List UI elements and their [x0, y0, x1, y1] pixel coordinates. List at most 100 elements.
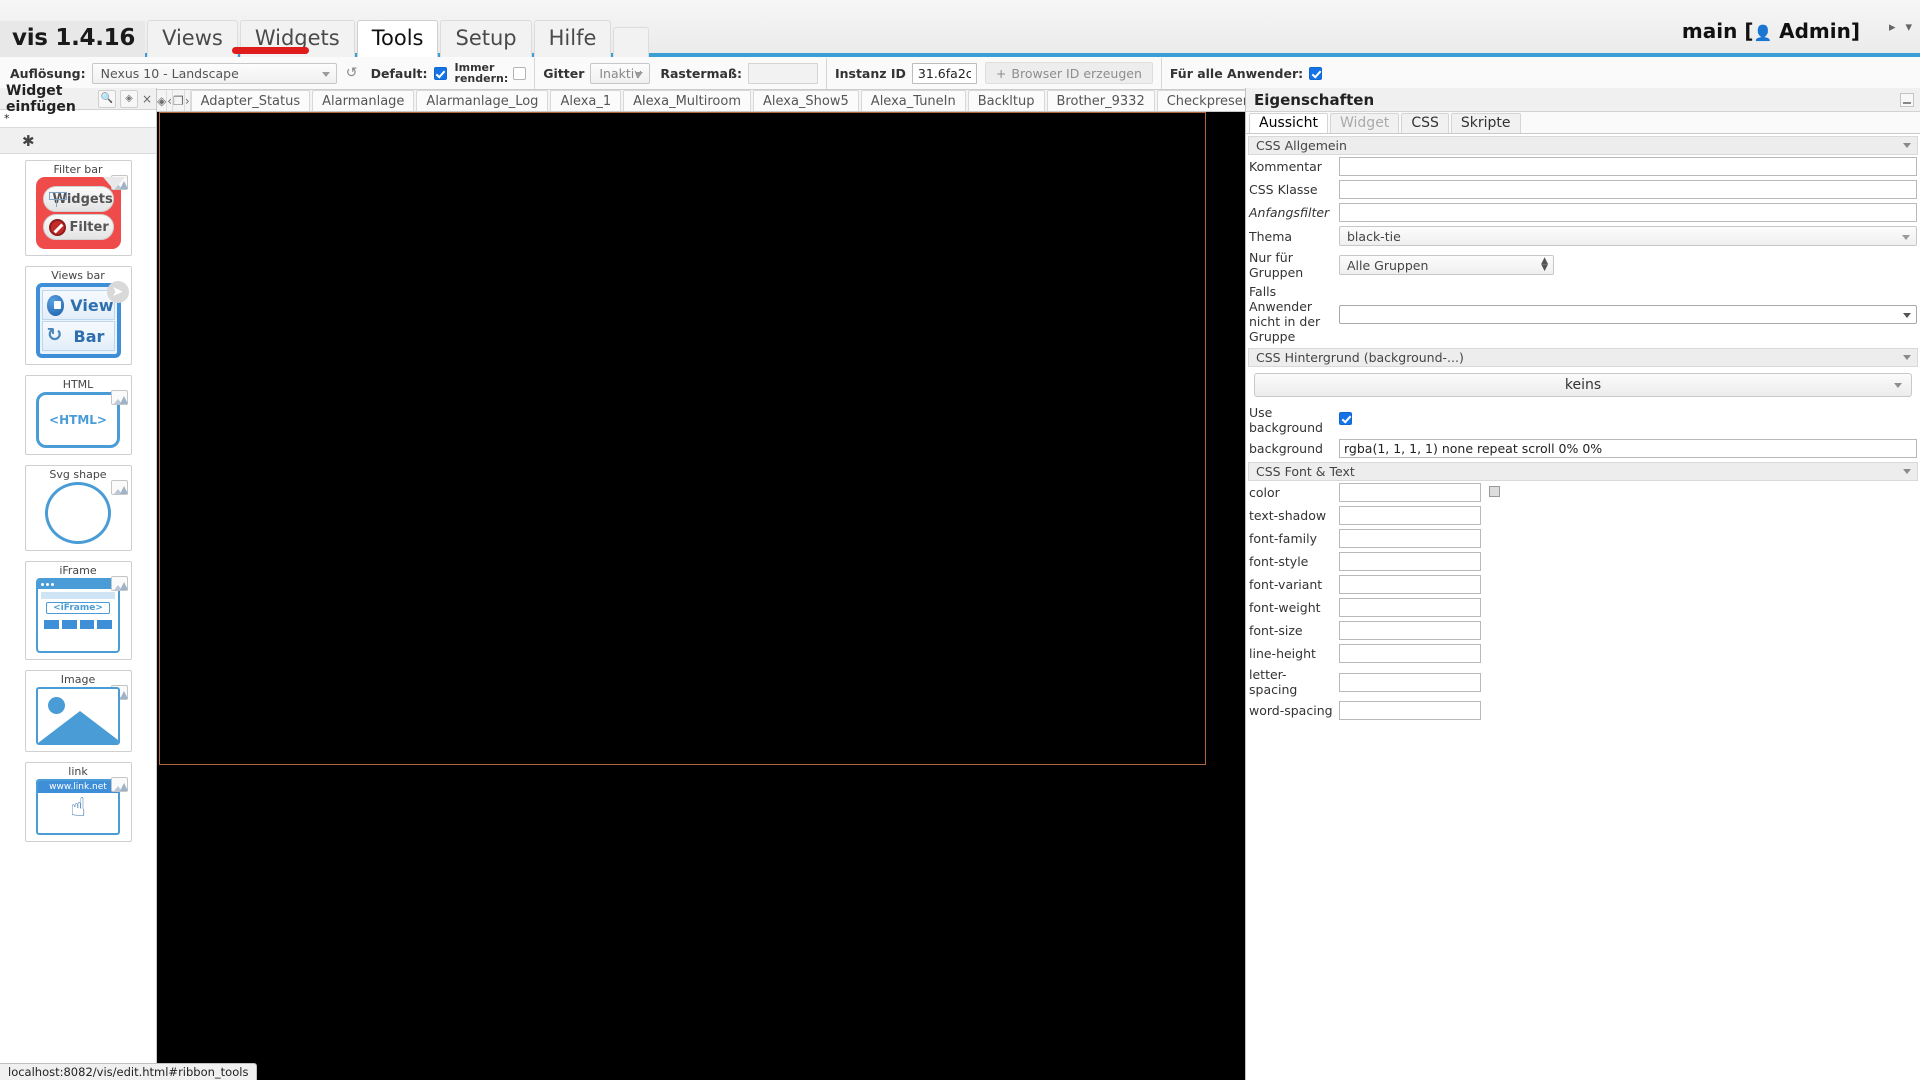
falls-anwender-line3: Gruppe [1249, 329, 1296, 344]
close-icon[interactable]: × [142, 92, 154, 106]
use-background-checkbox[interactable] [1339, 412, 1352, 425]
tab-skripte[interactable]: Skripte [1450, 113, 1521, 133]
view-boundary-frame [159, 112, 1206, 765]
font-style-input[interactable] [1339, 552, 1481, 571]
widget-card-views-bar[interactable]: Views bar ➤ View ↻ Bar [24, 266, 132, 365]
view-tab-alarmanlage[interactable]: Alarmanlage [312, 90, 415, 111]
field-row-background: background [1246, 437, 1920, 460]
kommentar-input[interactable] [1339, 157, 1917, 176]
pointing-hand-icon: ☝ [70, 793, 86, 823]
widget-card-html[interactable]: HTML <HTML> [24, 375, 132, 455]
word-spacing-input[interactable] [1339, 701, 1481, 720]
view-tab-alarmanlage-log[interactable]: Alarmanlage_Log [416, 90, 549, 111]
text-shadow-input[interactable] [1339, 506, 1481, 525]
widget-group-header[interactable]: ✱ [0, 128, 156, 154]
view-tab-alexa-1[interactable]: Alexa_1 [550, 90, 622, 111]
minimize-icon[interactable] [1900, 92, 1914, 107]
color-input[interactable] [1339, 483, 1481, 502]
view-tab-brother-9332[interactable]: Brother_9332 [1046, 90, 1155, 111]
thema-select[interactable]: black-tie [1339, 226, 1917, 246]
letter-spacing-input[interactable] [1339, 672, 1481, 692]
css-hintergrund-fields: Use background background [1246, 403, 1920, 460]
refresh-icon[interactable]: ↺ [341, 62, 363, 84]
status-bar-url: localhost:8082/vis/edit.html#ribbon_tool… [8, 1065, 249, 1079]
chevron-down-icon [1903, 469, 1911, 474]
tag-icon[interactable]: ◈ [157, 90, 168, 111]
chevron-down-icon [1903, 355, 1911, 360]
tag-icon[interactable]: ◈ [120, 89, 138, 108]
anfangsfilter-input[interactable] [1339, 203, 1917, 222]
instanz-id-input[interactable] [911, 62, 977, 84]
fuer-alle-anwender-checkbox[interactable] [1309, 66, 1323, 80]
field-row-font-size: font-size [1246, 619, 1920, 642]
font-weight-input[interactable] [1339, 598, 1481, 617]
view-tab-alexa-show5[interactable]: Alexa_Show5 [753, 90, 859, 111]
field-row-font-style: font-style [1246, 550, 1920, 573]
user-prefix: main [ [1681, 19, 1754, 43]
search-icon[interactable]: 🔍 [98, 89, 116, 108]
widget-card-link[interactable]: link www.link.net ☝ [24, 762, 132, 842]
view-tabs-copy-button[interactable]: ❐ [173, 90, 185, 111]
nur-fuer-gruppen-select[interactable]: Alle Gruppen ▲ ▼ [1339, 255, 1554, 275]
font-family-input[interactable] [1339, 529, 1481, 548]
widget-card-preview [26, 687, 131, 745]
image-preview-icon [110, 777, 128, 792]
widget-card-svg-shape[interactable]: Svg shape [24, 465, 132, 551]
font-weight-label: font-weight [1249, 600, 1321, 615]
rastermass-input[interactable] [747, 62, 818, 84]
iframe-preview: <iFrame> [36, 578, 120, 653]
browser-id-erzeugen-button[interactable]: + Browser ID erzeugen [984, 62, 1153, 84]
ribbon-tab-blank[interactable] [613, 27, 650, 57]
instanz-label: Instanz ID [834, 65, 906, 81]
user-area[interactable]: main [👤 Admin] [1682, 19, 1860, 43]
default-checkbox[interactable] [433, 66, 447, 80]
field-row-font-weight: font-weight [1246, 596, 1920, 619]
ribbon-tab-views[interactable]: Views [147, 20, 238, 57]
dot-icon [41, 583, 44, 586]
ribbon-collapse-icon[interactable]: ▾ [1905, 20, 1912, 35]
ribbon-tab-tools[interactable]: Tools [356, 20, 439, 57]
falls-anwender-label: Falls Anwender nicht in der Gruppe [1246, 282, 1336, 346]
widget-card-iframe[interactable]: iFrame <iFrame> [24, 561, 132, 660]
mountain-icon [38, 711, 118, 743]
background-input[interactable] [1339, 439, 1917, 458]
gitter-select[interactable]: Inaktiv [590, 62, 651, 84]
widget-card-filter-bar[interactable]: Filter bar Widgets Filter [24, 160, 132, 256]
tab-css[interactable]: CSS [1401, 113, 1449, 133]
font-size-input[interactable] [1339, 621, 1481, 640]
ribbon-scroll-right-icon[interactable]: ▸ [1889, 20, 1896, 35]
falls-anwender-line2: nicht in der [1249, 314, 1321, 329]
dot-icon [46, 583, 49, 586]
view-canvas[interactable] [157, 112, 1245, 1080]
section-css-allgemein[interactable]: CSS Allgemein [1248, 136, 1918, 155]
color-swatch-icon[interactable] [1488, 486, 1500, 497]
view-tab-adapter-status[interactable]: Adapter_Status [190, 90, 311, 111]
background-preset-select[interactable]: keins [1254, 373, 1912, 397]
css-klasse-input[interactable] [1339, 180, 1917, 199]
field-row-letter-spacing: letter-spacing [1246, 665, 1920, 699]
section-css-hintergrund[interactable]: CSS Hintergrund (background-...) [1248, 348, 1918, 367]
immer-rendern-checkbox[interactable] [513, 66, 527, 80]
view-tab-checkpresence[interactable]: Checkpresence [1156, 90, 1245, 111]
view-tabs-next-button[interactable]: › [184, 90, 191, 111]
properties-panel-header: Eigenschaften [1246, 88, 1920, 112]
view-tab-alexa-tunein[interactable]: Alexa_TuneIn [860, 90, 966, 111]
ribbon-tab-setup[interactable]: Setup [440, 20, 532, 57]
resolution-select[interactable]: Nexus 10 - Landscape [91, 62, 337, 84]
instanz-group: Instanz ID + Browser ID erzeugen [827, 57, 1162, 89]
view-tab-backltup[interactable]: Backltup [967, 90, 1045, 111]
status-bar: localhost:8082/vis/edit.html#ribbon_tool… [0, 1063, 258, 1080]
grid-cell [97, 620, 112, 629]
ribbon-tab-hilfe[interactable]: Hilfe [533, 20, 612, 57]
tab-widget[interactable]: Widget [1330, 113, 1400, 133]
view-tab-alexa-multiroom[interactable]: Alexa_Multiroom [623, 90, 751, 111]
falls-anwender-select[interactable] [1339, 304, 1917, 324]
font-variant-input[interactable] [1339, 575, 1481, 594]
grid-cell [44, 620, 59, 629]
ribbon-scroll-controls[interactable]: ▸ ▾ [1889, 20, 1912, 35]
line-height-input[interactable] [1339, 644, 1481, 663]
widget-card-image[interactable]: Image [24, 670, 132, 752]
section-css-font-text[interactable]: CSS Font & Text [1248, 462, 1918, 481]
tab-aussicht[interactable]: Aussicht [1249, 113, 1328, 133]
iframe-grid [38, 616, 118, 633]
